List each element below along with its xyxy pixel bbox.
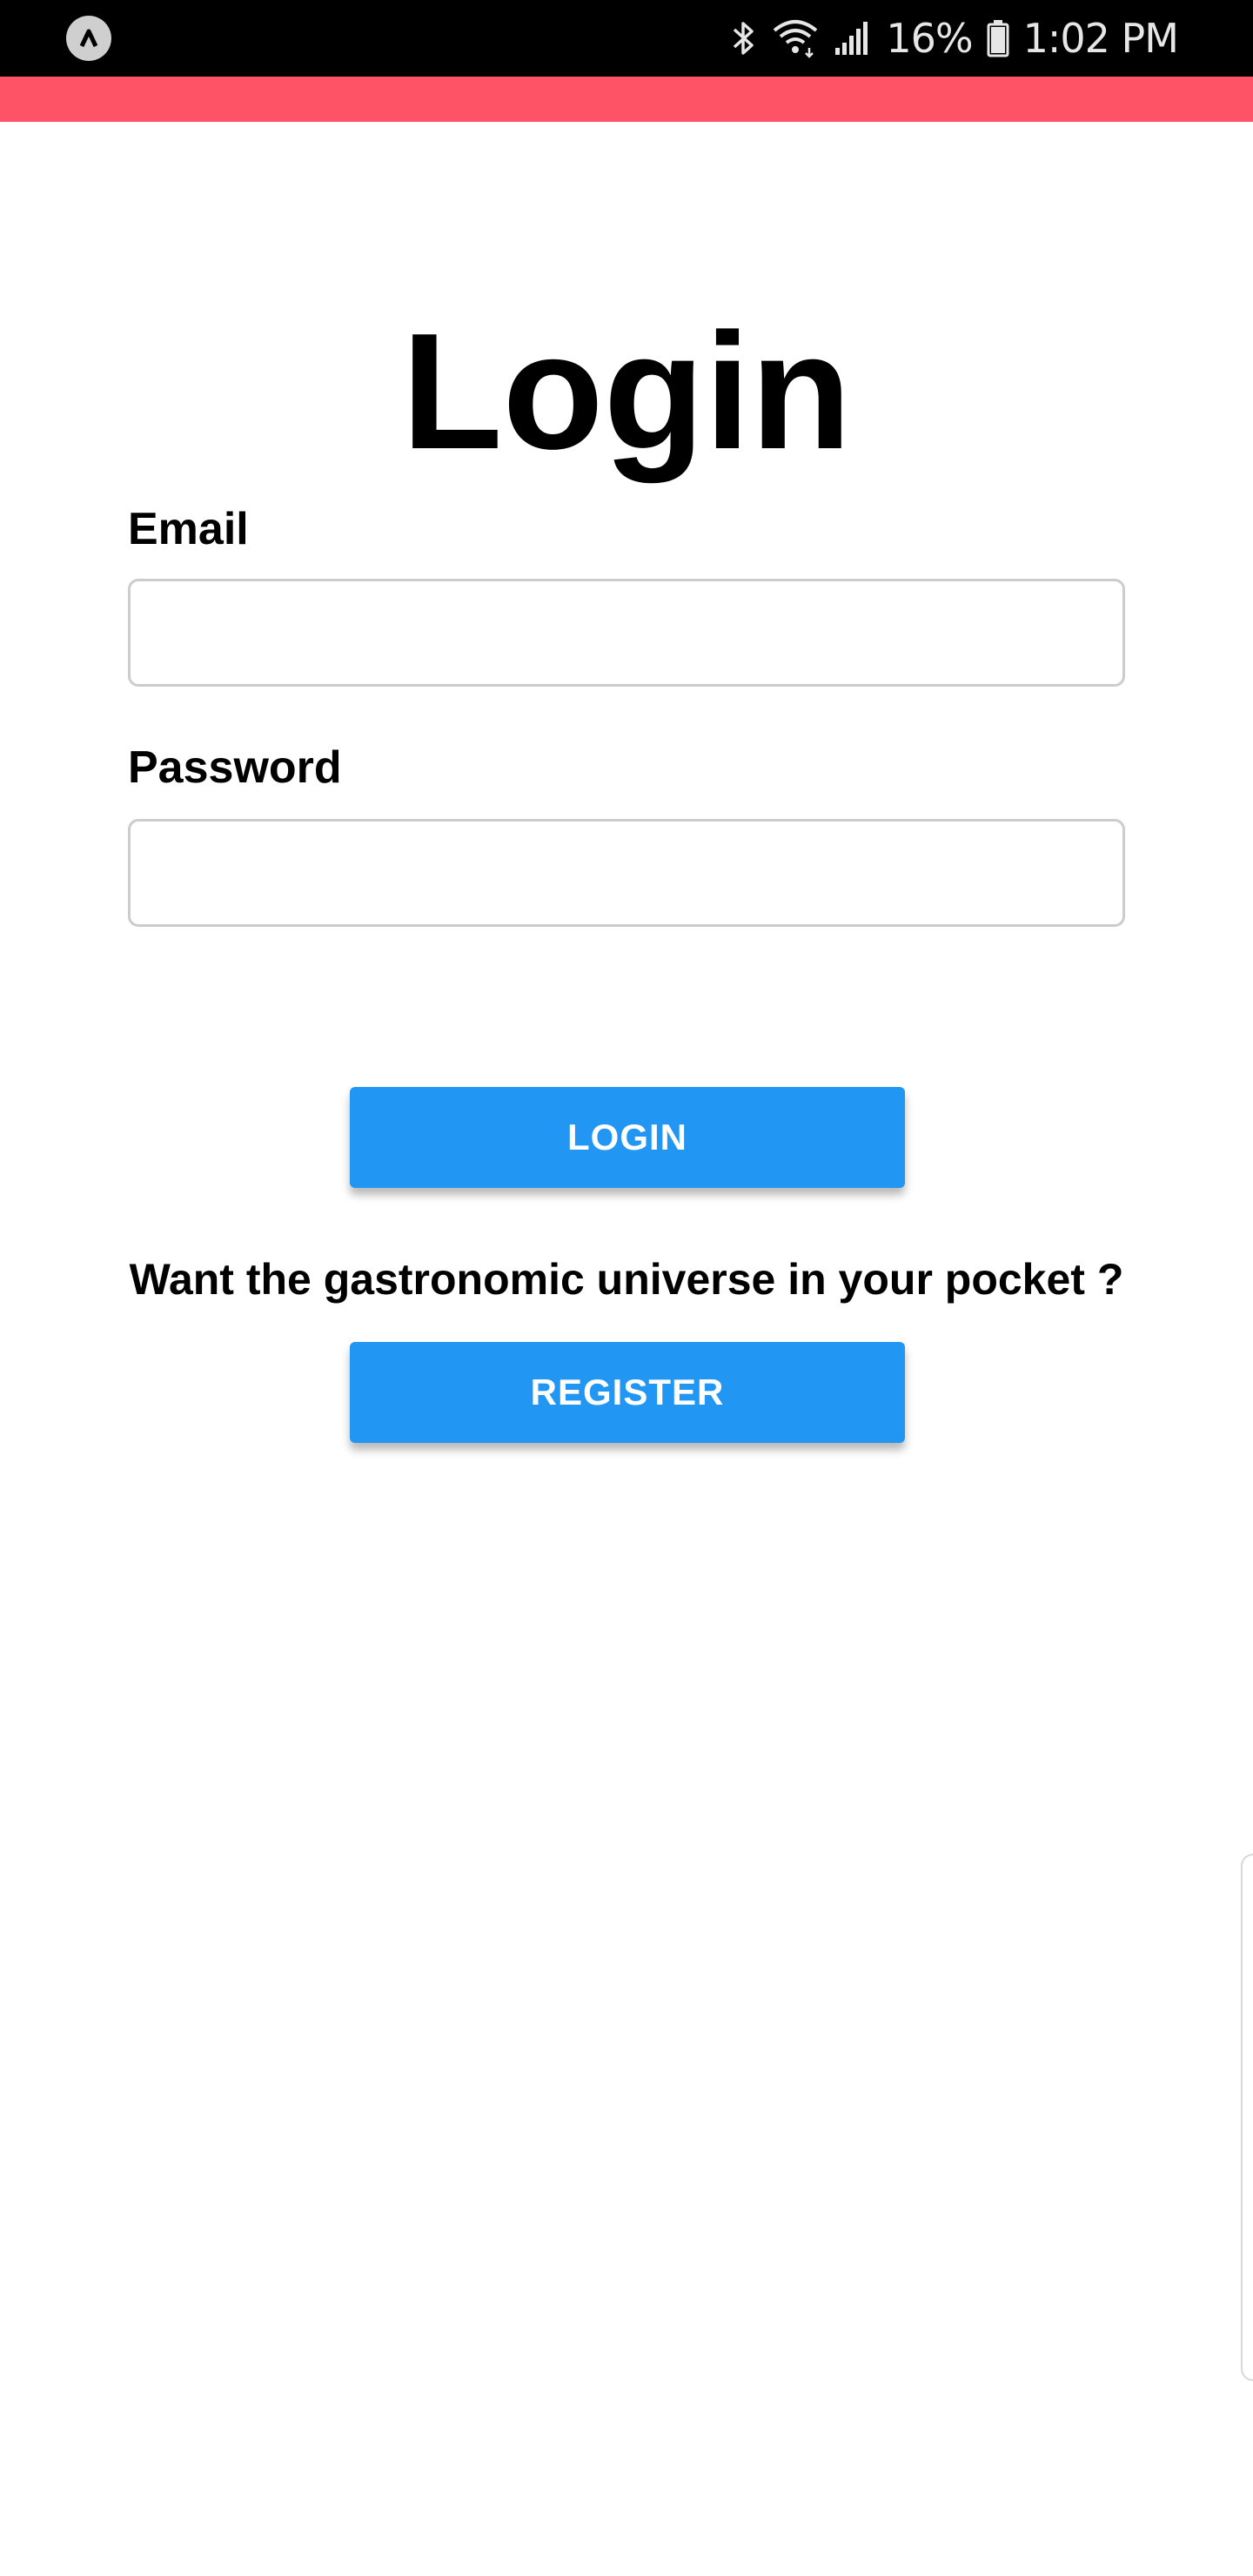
header-accent-bar: [0, 77, 1253, 122]
bluetooth-icon: [731, 18, 757, 58]
wifi-icon: [771, 18, 820, 58]
signal-icon: [834, 18, 872, 58]
battery-icon: [987, 18, 1009, 58]
edge-panel-handle[interactable]: [1241, 1854, 1253, 2381]
password-label: Password: [128, 742, 342, 793]
email-label: Email: [128, 504, 249, 554]
password-field[interactable]: [128, 819, 1125, 927]
status-icons: 16% 1:02 PM: [731, 0, 1179, 77]
app-notification-icon: [66, 16, 111, 61]
login-button[interactable]: LOGIN: [350, 1087, 905, 1188]
register-prompt: Want the gastronomic universe in your po…: [129, 1255, 1124, 1304]
login-screen: 16% 1:02 PM Login Email Password LOGIN W…: [0, 0, 1253, 2576]
battery-percentage: 16%: [886, 15, 973, 62]
page-title: Login: [401, 299, 852, 484]
status-bar: 16% 1:02 PM: [0, 0, 1253, 77]
register-button[interactable]: REGISTER: [350, 1342, 905, 1443]
clock: 1:02 PM: [1022, 15, 1179, 62]
email-field[interactable]: [128, 579, 1125, 687]
